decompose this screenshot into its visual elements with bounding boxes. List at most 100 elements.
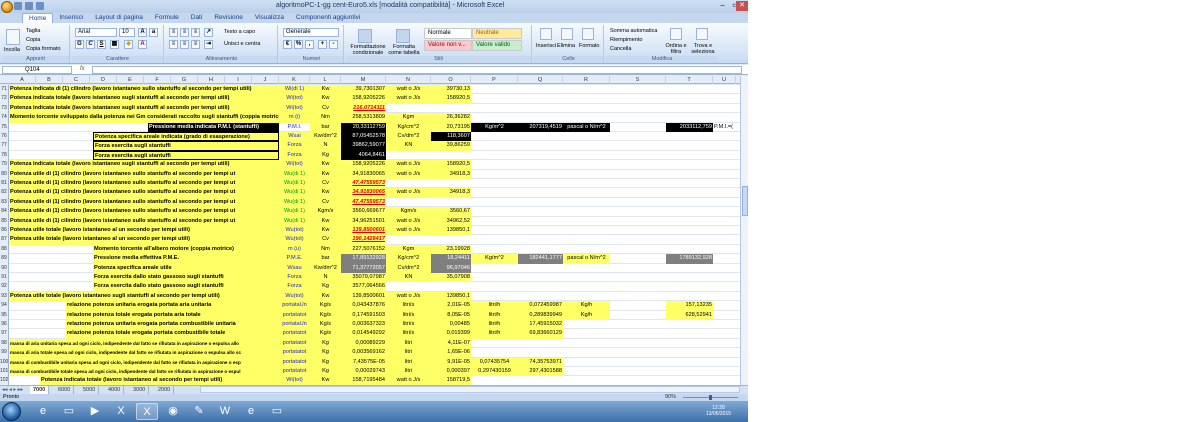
extra-unit2-cell[interactable]: Kg/h — [563, 301, 610, 311]
unit-cell[interactable]: N — [310, 273, 341, 283]
scroll-thumb[interactable] — [742, 186, 748, 216]
unit-cell[interactable]: Kg — [310, 367, 341, 377]
extra-value-cell[interactable]: 182441,1777 — [518, 254, 563, 264]
extra-unit-cell[interactable]: 0,297430159 — [471, 367, 518, 377]
align-left-icon[interactable]: ≡ — [169, 40, 178, 49]
symbol-cell[interactable]: portataUn — [279, 301, 310, 311]
description-cell[interactable]: relazione potenza unitaria erogata porta… — [66, 320, 279, 330]
value-cell[interactable]: 139,8500601 — [341, 226, 386, 236]
conv-unit-cell[interactable]: litri/s — [386, 329, 431, 339]
media-player-icon[interactable]: ▶ — [84, 403, 106, 420]
redo-icon[interactable] — [36, 2, 44, 10]
insert-cells-icon[interactable] — [540, 28, 552, 40]
tab-home[interactable]: Home — [22, 13, 54, 23]
row-number[interactable]: 89 — [0, 254, 9, 264]
orientation-icon[interactable]: ↗ — [204, 28, 213, 37]
value-cell[interactable]: 87,05452578 — [341, 132, 386, 142]
conv-unit-cell[interactable]: litri — [386, 357, 431, 367]
conv-value-cell[interactable]: 0,000397 — [431, 367, 471, 377]
extra-unit2-cell[interactable]: Kg/h — [563, 310, 610, 320]
symbol-cell[interactable]: P.M.I. — [279, 123, 310, 132]
unit-cell[interactable]: Kw — [310, 291, 341, 302]
conv-value-cell[interactable]: 139850,1 — [431, 291, 471, 302]
row-number[interactable]: 80 — [0, 169, 9, 179]
extra-value-cell[interactable]: 207319,4519 — [518, 122, 563, 132]
conv-unit-cell[interactable]: watt o J/s — [386, 216, 431, 226]
value-cell[interactable]: 34,91830065 — [341, 188, 386, 198]
description-cell[interactable]: Forza esercita dallo stato gassoso sugli… — [93, 273, 279, 283]
value-cell[interactable]: 0,014549292 — [341, 329, 386, 339]
tab-review[interactable]: Revisione — [208, 13, 249, 23]
unit-cell[interactable]: Kg — [310, 357, 341, 367]
row-number[interactable]: 81 — [0, 179, 9, 189]
extra-value-cell[interactable]: 69,83660129 — [518, 329, 563, 339]
shrink-font-icon[interactable]: a — [149, 28, 158, 37]
value-cell[interactable]: 158,9205226 — [341, 160, 386, 170]
description-cell[interactable]: relazione potenza unitaria erogata porta… — [66, 301, 279, 311]
conditional-format-button[interactable]: Formattazione condizionale — [348, 44, 388, 56]
conv-value-cell[interactable]: 39,86259 — [431, 141, 471, 151]
extra-unit-cell[interactable]: litri/h — [471, 320, 518, 330]
row-number[interactable]: 83 — [0, 197, 9, 208]
row-number[interactable]: 78 — [0, 150, 9, 161]
percent-icon[interactable]: % — [294, 40, 303, 49]
description-cell[interactable]: Pressione media effettiva P.M.E. — [93, 254, 279, 264]
cut-button[interactable]: Taglia — [26, 28, 40, 34]
value-cell[interactable]: 71,37772057 — [341, 263, 386, 273]
description-cell[interactable]: Potenza indicata totale (lavoro istantan… — [9, 103, 279, 114]
conv-unit-cell[interactable]: watt o J/s — [386, 291, 431, 302]
row-number[interactable]: 87 — [0, 235, 9, 245]
increase-decimal-icon[interactable]: + — [318, 40, 327, 49]
row-number[interactable]: 77 — [0, 141, 9, 151]
align-center-icon[interactable]: ≡ — [180, 40, 189, 49]
decrease-decimal-icon[interactable]: - — [329, 40, 338, 49]
style-good[interactable]: Valore valido — [472, 40, 522, 51]
column-header[interactable]: A — [9, 76, 36, 84]
conv-value-cell[interactable]: 158920,5 — [431, 160, 471, 170]
find-select-icon[interactable] — [696, 28, 708, 40]
zoom-level[interactable]: 90% — [665, 394, 676, 401]
grow-font-icon[interactable]: A — [138, 28, 147, 37]
conv-unit-cell[interactable]: watt o J/s — [386, 85, 431, 95]
conv-unit-cell[interactable]: watt o J/s — [386, 94, 431, 104]
close-button[interactable]: ✕ — [736, 1, 748, 11]
align-top-icon[interactable]: ≡ — [169, 28, 178, 37]
conv-unit-cell[interactable]: Kg/cm^2 — [386, 254, 431, 264]
column-header[interactable]: D — [90, 76, 117, 84]
row-number[interactable]: 76 — [0, 132, 9, 142]
description-cell[interactable]: Forza esercita sugli stantuffi — [93, 150, 279, 161]
paste-label[interactable]: Incolla — [4, 47, 20, 53]
unit-cell[interactable]: Kw — [310, 226, 341, 236]
value-cell[interactable]: 216,0714111 — [341, 103, 386, 114]
extra-unit-cell[interactable]: litri/h — [471, 310, 518, 320]
symbol-cell[interactable]: Wu(tot) — [279, 291, 310, 302]
value-cell[interactable]: 39,7301307 — [341, 85, 386, 95]
unit-cell[interactable]: Kw — [310, 94, 341, 104]
extra-unit-cell[interactable]: litri/h — [471, 301, 518, 311]
conv-unit-cell[interactable]: litri/s — [386, 310, 431, 320]
tab-formulas[interactable]: Formule — [149, 13, 185, 23]
undo-icon[interactable] — [25, 2, 33, 10]
column-header[interactable]: S — [610, 76, 666, 84]
value-cell[interactable]: 3560,669677 — [341, 207, 386, 217]
conv-unit-cell[interactable]: watt o J/s — [386, 376, 431, 385]
format-table-button[interactable]: Formatta come tabella — [388, 44, 420, 56]
value-cell[interactable]: 4064,8461 — [341, 150, 386, 161]
unit-cell[interactable]: Kw — [310, 85, 341, 95]
tab-data[interactable]: Dati — [185, 13, 209, 23]
description-cell[interactable]: Potenza utile totale (lavoro istantaneo … — [9, 291, 279, 302]
save-icon[interactable] — [14, 2, 22, 10]
value-cell[interactable]: 17,89132928 — [341, 254, 386, 264]
description-cell[interactable]: Potenza indicata totale (lavoro istantan… — [9, 160, 279, 170]
style-bad[interactable]: Valore non v... — [424, 40, 472, 51]
column-header[interactable]: N — [386, 76, 431, 84]
unit-cell[interactable]: Nm — [310, 244, 341, 255]
column-header[interactable]: B — [36, 76, 63, 84]
value-cell[interactable]: 258,5313809 — [341, 113, 386, 123]
value-cell[interactable]: 0,00029743 — [341, 367, 386, 377]
excel-active-icon[interactable]: X — [136, 403, 158, 420]
unit-cell[interactable]: Kw — [310, 216, 341, 226]
column-header[interactable]: Q — [518, 76, 563, 84]
conv-unit-cell[interactable]: litri — [386, 367, 431, 377]
window-icon[interactable]: ▭ — [266, 403, 288, 420]
